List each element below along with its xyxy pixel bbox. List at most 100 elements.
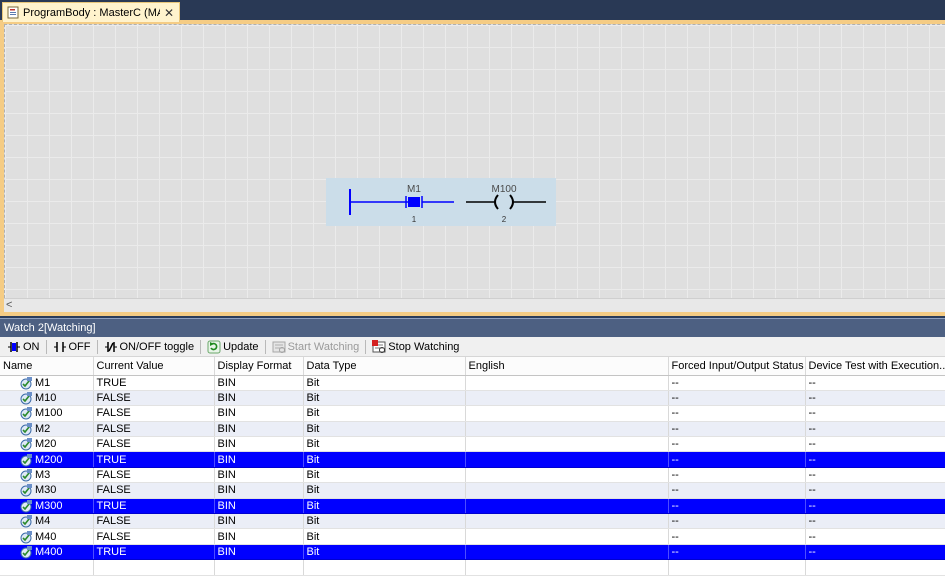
cell-test[interactable]: --	[805, 528, 945, 545]
start-watching-button[interactable]: Start Watching	[269, 338, 363, 356]
device-name-cell[interactable]: M30	[0, 482, 94, 499]
table-row[interactable]: M300 TRUE BIN Bit -- --	[0, 498, 945, 515]
cell-value[interactable]: FALSE	[93, 467, 215, 484]
cell-type[interactable]: Bit	[303, 390, 466, 407]
empty-cell[interactable]	[465, 559, 669, 576]
cell-type[interactable]: Bit	[303, 544, 466, 561]
table-row[interactable]: M30 FALSE BIN Bit -- --	[0, 482, 945, 499]
cell-value[interactable]: FALSE	[93, 436, 215, 453]
cell-english[interactable]	[465, 467, 669, 484]
cell-test[interactable]: --	[805, 482, 945, 499]
column-header-display-format[interactable]: Display Format	[214, 357, 304, 376]
cell-format[interactable]: BIN	[214, 451, 304, 468]
device-name-cell[interactable]: M4	[0, 513, 94, 530]
device-name-cell[interactable]: M3	[0, 467, 94, 484]
cell-type[interactable]: Bit	[303, 498, 466, 515]
cell-type[interactable]: Bit	[303, 467, 466, 484]
device-name-cell[interactable]: M2	[0, 421, 94, 438]
cell-forced[interactable]: --	[668, 513, 806, 530]
cell-test[interactable]: --	[805, 498, 945, 515]
cell-value[interactable]: FALSE	[93, 482, 215, 499]
cell-test[interactable]: --	[805, 467, 945, 484]
table-row[interactable]: M2 FALSE BIN Bit -- --	[0, 421, 945, 438]
cell-format[interactable]: BIN	[214, 528, 304, 545]
column-header-english[interactable]: English	[465, 357, 669, 376]
cell-type[interactable]: Bit	[303, 421, 466, 438]
column-header-current-value[interactable]: Current Value	[93, 357, 215, 376]
cell-value[interactable]: FALSE	[93, 390, 215, 407]
table-row[interactable]: M1 TRUE BIN Bit -- --	[0, 375, 945, 391]
cell-type[interactable]: Bit	[303, 375, 466, 391]
cell-forced[interactable]: --	[668, 528, 806, 545]
cell-value[interactable]: FALSE	[93, 513, 215, 530]
cell-forced[interactable]: --	[668, 421, 806, 438]
table-row[interactable]: M20 FALSE BIN Bit -- --	[0, 436, 945, 453]
column-header-name[interactable]: Name	[0, 357, 94, 376]
table-row[interactable]: M4 FALSE BIN Bit -- --	[0, 513, 945, 530]
cell-forced[interactable]: --	[668, 436, 806, 453]
cell-test[interactable]: --	[805, 390, 945, 407]
column-header-data-type[interactable]: Data Type	[303, 357, 466, 376]
cell-format[interactable]: BIN	[214, 482, 304, 499]
device-name-cell[interactable]: M100	[0, 405, 94, 422]
device-name-cell[interactable]: M20	[0, 436, 94, 453]
cell-value[interactable]: TRUE	[93, 451, 215, 468]
cell-value[interactable]: TRUE	[93, 375, 215, 391]
cell-test[interactable]: --	[805, 451, 945, 468]
empty-cell[interactable]	[805, 559, 945, 576]
stop-watching-button[interactable]: Stop Watching	[369, 338, 462, 356]
toggle-button[interactable]: ON/OFF toggle	[101, 338, 198, 356]
cell-format[interactable]: BIN	[214, 436, 304, 453]
cell-format[interactable]: BIN	[214, 498, 304, 515]
device-name-cell[interactable]: M40	[0, 528, 94, 545]
cell-value[interactable]: FALSE	[93, 405, 215, 422]
empty-cell[interactable]	[0, 559, 94, 576]
cell-format[interactable]: BIN	[214, 544, 304, 561]
scroll-left-icon[interactable]: <	[6, 299, 12, 311]
cell-test[interactable]: --	[805, 421, 945, 438]
cell-forced[interactable]: --	[668, 390, 806, 407]
cell-type[interactable]: Bit	[303, 451, 466, 468]
cell-english[interactable]	[465, 405, 669, 422]
tab-program-body[interactable]: ProgramBody : MasterC (MAIN... ✕	[2, 2, 180, 22]
cell-forced[interactable]: --	[668, 405, 806, 422]
cell-forced[interactable]: --	[668, 451, 806, 468]
cell-test[interactable]: --	[805, 513, 945, 530]
cell-type[interactable]: Bit	[303, 436, 466, 453]
close-tab-icon[interactable]: ✕	[163, 7, 175, 19]
cell-format[interactable]: BIN	[214, 513, 304, 530]
table-row[interactable]: M40 FALSE BIN Bit -- --	[0, 528, 945, 545]
force-on-button[interactable]: ON	[4, 338, 43, 356]
empty-cell[interactable]	[214, 559, 304, 576]
cell-forced[interactable]: --	[668, 498, 806, 515]
cell-english[interactable]	[465, 544, 669, 561]
force-off-button[interactable]: OFF	[50, 338, 94, 356]
device-name-cell[interactable]: M10	[0, 390, 94, 407]
empty-table-row[interactable]	[0, 559, 945, 576]
cell-test[interactable]: --	[805, 405, 945, 422]
cell-format[interactable]: BIN	[214, 375, 304, 391]
cell-type[interactable]: Bit	[303, 482, 466, 499]
table-row[interactable]: M400 TRUE BIN Bit -- --	[0, 544, 945, 561]
cell-test[interactable]: --	[805, 375, 945, 391]
empty-cell[interactable]	[303, 559, 466, 576]
cell-test[interactable]: --	[805, 436, 945, 453]
cell-english[interactable]	[465, 436, 669, 453]
cell-english[interactable]	[465, 498, 669, 515]
cell-forced[interactable]: --	[668, 482, 806, 499]
cell-value[interactable]: TRUE	[93, 544, 215, 561]
column-header-forced-io-status[interactable]: Forced Input/Output Status	[668, 357, 806, 376]
empty-cell[interactable]	[93, 559, 215, 576]
table-row[interactable]: M100 FALSE BIN Bit -- --	[0, 405, 945, 422]
cell-type[interactable]: Bit	[303, 513, 466, 530]
update-button[interactable]: Update	[204, 338, 261, 356]
device-name-cell[interactable]: M300	[0, 498, 94, 515]
cell-format[interactable]: BIN	[214, 467, 304, 484]
cell-value[interactable]: FALSE	[93, 528, 215, 545]
cell-format[interactable]: BIN	[214, 390, 304, 407]
ladder-rung[interactable]: M1 1 M100 2	[326, 178, 556, 226]
device-name-cell[interactable]: M1	[0, 375, 94, 391]
cell-value[interactable]: TRUE	[93, 498, 215, 515]
cell-forced[interactable]: --	[668, 544, 806, 561]
device-name-cell[interactable]: M200	[0, 451, 94, 468]
